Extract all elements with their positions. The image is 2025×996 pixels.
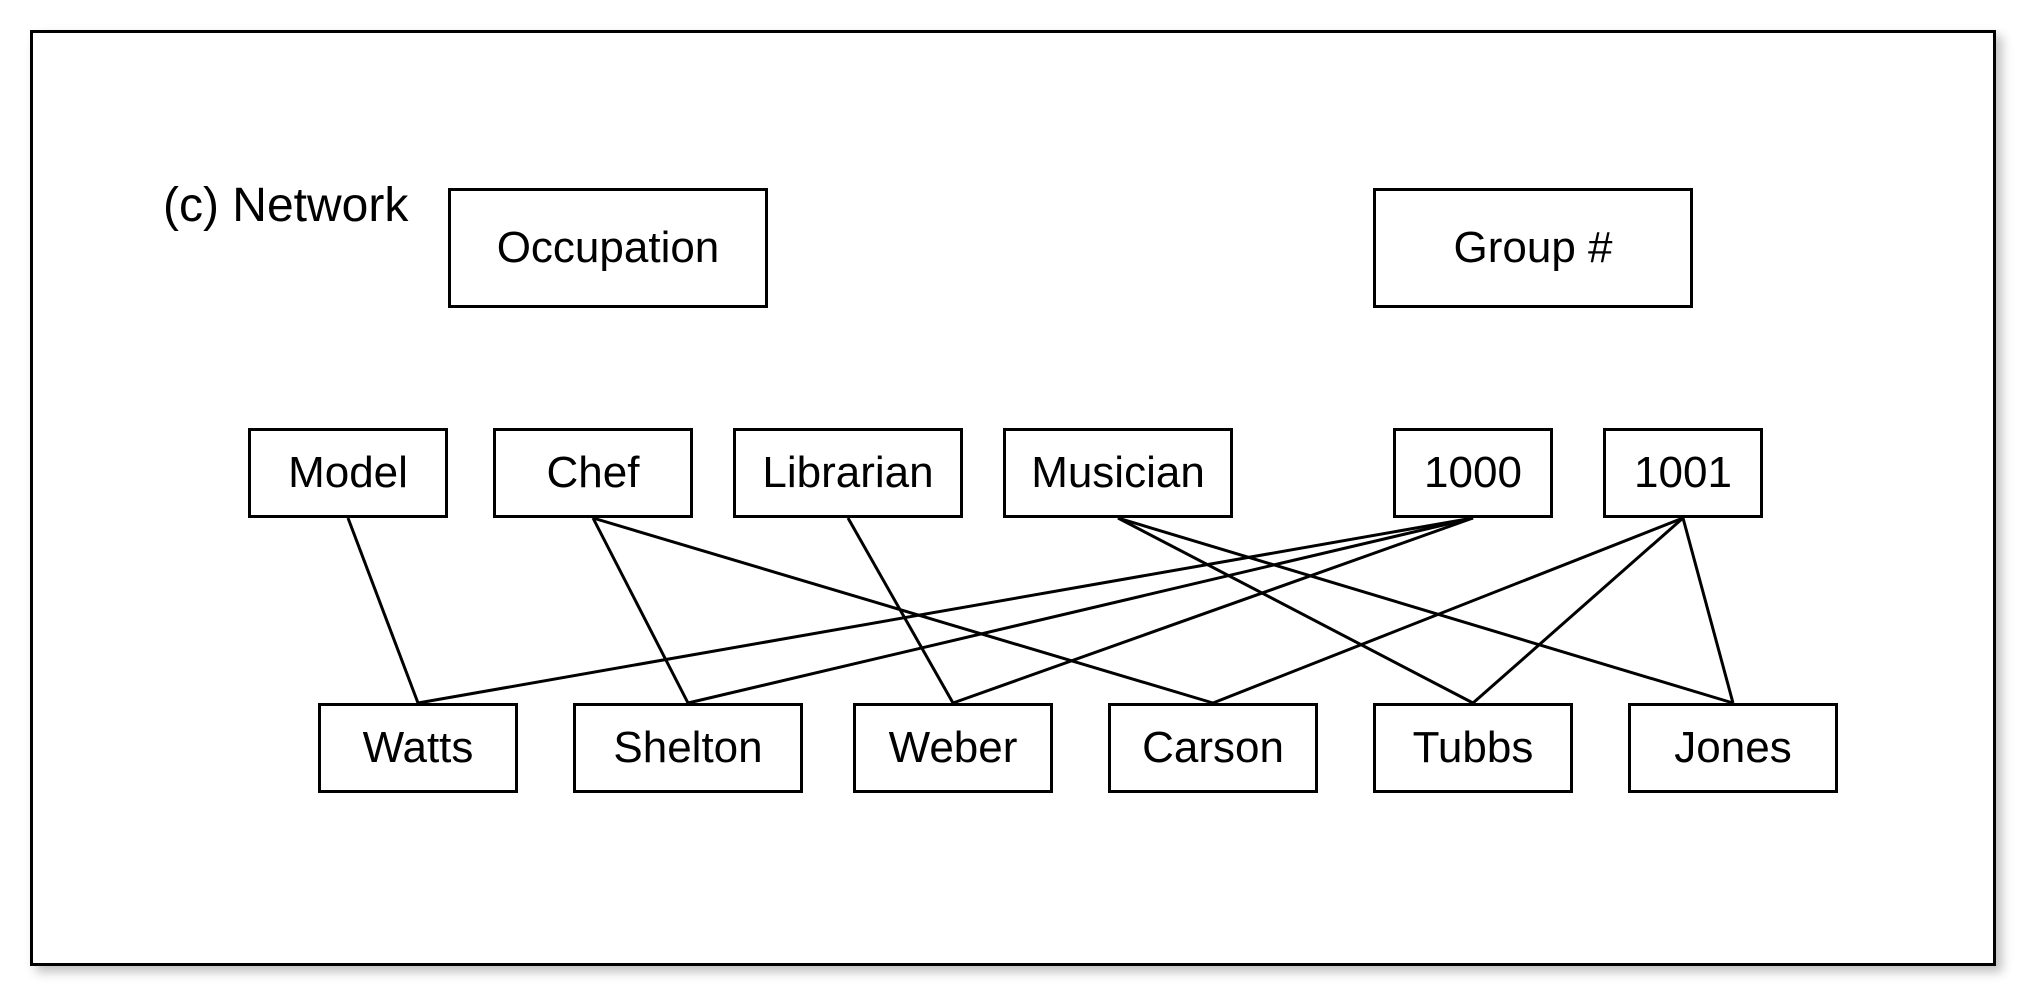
edge: [593, 518, 688, 703]
header-occupation: Occupation: [448, 188, 768, 308]
node-librarian: Librarian: [733, 428, 963, 518]
node-group-1001: 1001: [1603, 428, 1763, 518]
diagram-frame: (c) Network Occupation Group # Model Che…: [30, 30, 1996, 966]
node-shelton: Shelton: [573, 703, 803, 793]
edge: [688, 518, 1473, 703]
edge: [348, 518, 418, 703]
node-chef: Chef: [493, 428, 693, 518]
edge: [593, 518, 1213, 703]
edge: [1213, 518, 1683, 703]
diagram-canvas: (c) Network Occupation Group # Model Che…: [0, 0, 2025, 996]
edge: [1118, 518, 1473, 703]
edge: [1683, 518, 1733, 703]
node-musician: Musician: [1003, 428, 1233, 518]
node-model: Model: [248, 428, 448, 518]
header-group: Group #: [1373, 188, 1693, 308]
node-carson: Carson: [1108, 703, 1318, 793]
edge: [418, 518, 1473, 703]
node-tubbs: Tubbs: [1373, 703, 1573, 793]
node-weber: Weber: [853, 703, 1053, 793]
node-group-1000: 1000: [1393, 428, 1553, 518]
edge: [1473, 518, 1683, 703]
node-watts: Watts: [318, 703, 518, 793]
node-jones: Jones: [1628, 703, 1838, 793]
